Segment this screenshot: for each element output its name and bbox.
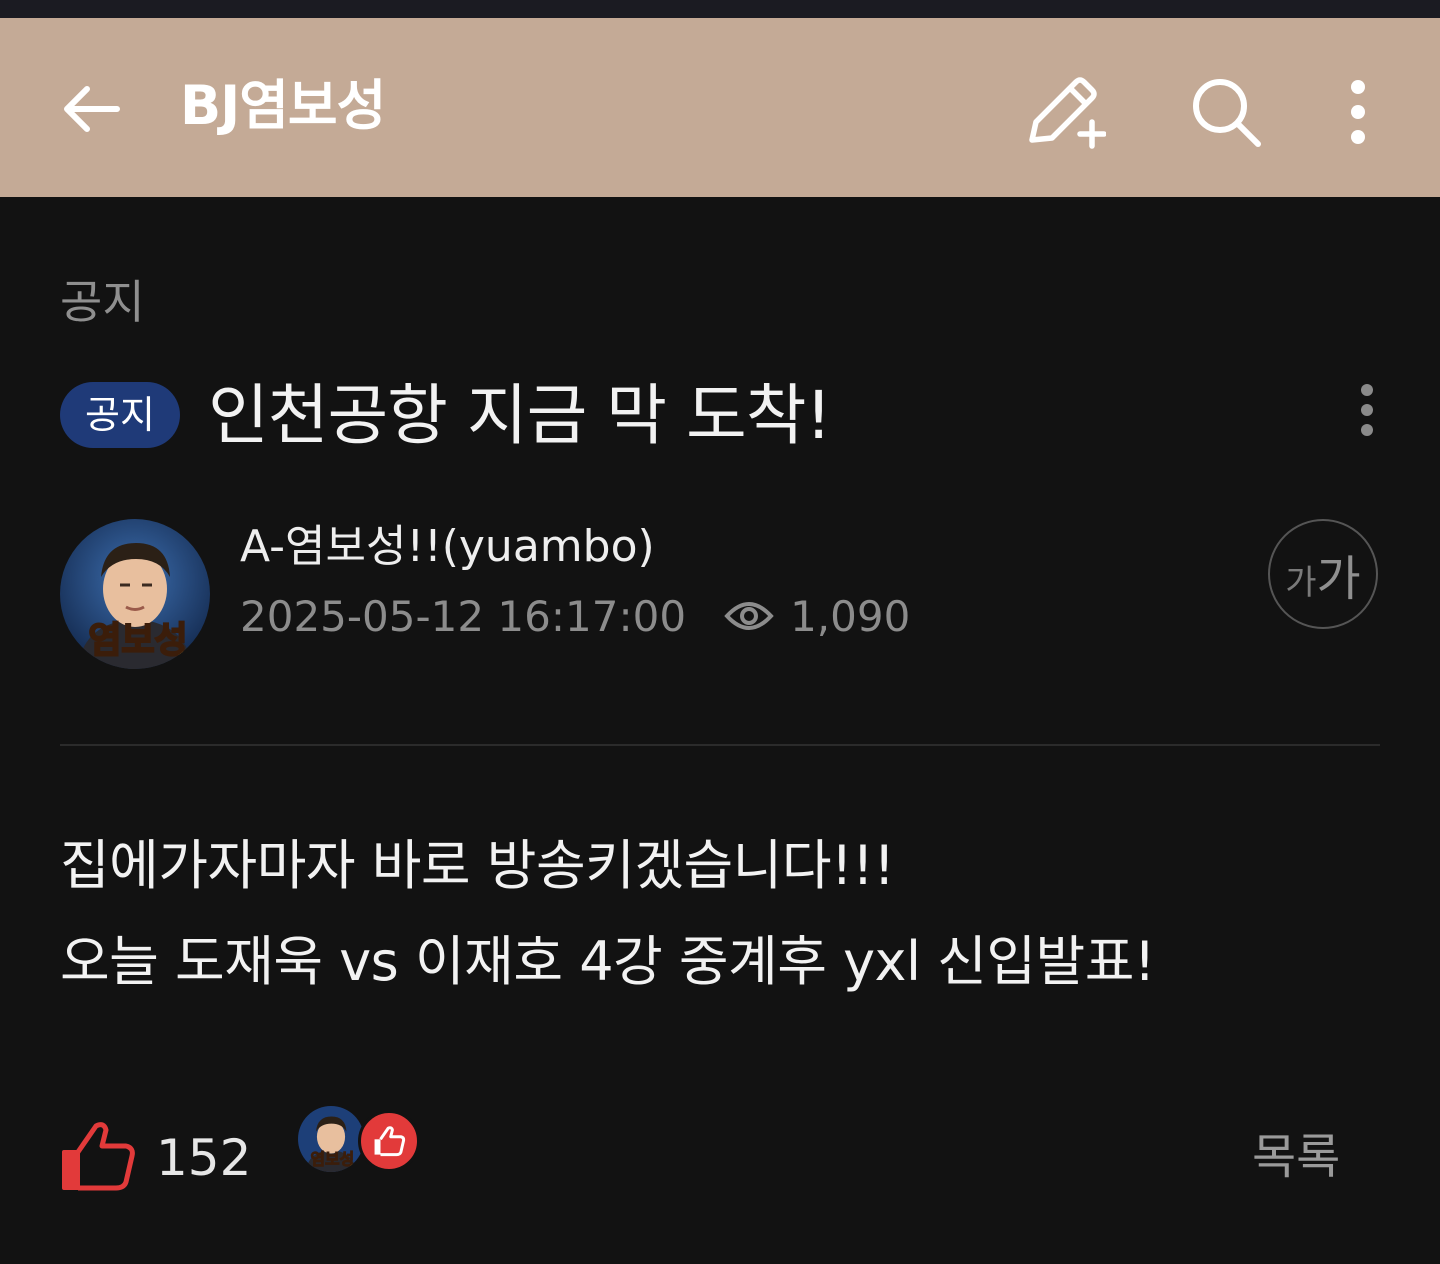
post-body-line: 집에가자마자 바로 방송키겠습니다!!! <box>60 834 895 897</box>
author-name[interactable]: A-염보성!!(yuambo) <box>240 518 655 576</box>
post-meta: 2025-05-12 16:17:00 1,090 <box>240 588 910 644</box>
app-bar: BJ염보성 <box>0 18 1440 197</box>
font-size-small-label: 가 <box>1285 562 1317 603</box>
svg-text:염보성: 염보성 <box>88 620 187 661</box>
arrow-left-icon <box>64 86 120 132</box>
pencil-plus-icon <box>1029 77 1106 149</box>
like-button[interactable] <box>58 1116 138 1196</box>
font-size-button[interactable]: 가가 <box>1268 519 1378 629</box>
author-avatar[interactable]: 염보성 <box>60 519 210 669</box>
avatar-image: 염보성 <box>298 1106 364 1172</box>
liker-like-badge <box>358 1110 420 1172</box>
post-more-button[interactable] <box>1340 378 1394 442</box>
more-vertical-icon <box>1361 384 1373 436</box>
board-title: BJ염보성 <box>180 74 386 137</box>
svg-text:염보성: 염보성 <box>310 1150 354 1169</box>
more-vertical-icon <box>1351 80 1365 144</box>
search-button[interactable] <box>1184 70 1268 154</box>
view-count: 1,090 <box>790 591 911 641</box>
thumbs-up-icon <box>374 1126 406 1157</box>
divider <box>60 744 1380 746</box>
write-button[interactable] <box>1022 70 1106 154</box>
liker-avatar[interactable]: 염보성 <box>298 1106 364 1172</box>
more-menu-button[interactable] <box>1316 70 1400 154</box>
like-count: 152 <box>156 1129 252 1187</box>
list-button[interactable]: 목록 <box>1252 1126 1340 1188</box>
status-bar <box>0 0 1440 18</box>
post-body-line: 오늘 도재욱 vs 이재호 4강 중계후 yxl 신입발표! <box>60 930 1156 993</box>
back-button[interactable] <box>56 74 126 144</box>
post-datetime: 2025-05-12 16:17:00 <box>240 591 687 641</box>
font-size-large-label: 가 <box>1316 551 1361 607</box>
eye-icon <box>724 597 774 635</box>
post-title: 인천공항 지금 막 도착! <box>208 377 832 454</box>
avatar-image: 염보성 <box>60 519 210 669</box>
board-category[interactable]: 공지 <box>60 272 145 332</box>
search-icon <box>1193 79 1261 147</box>
thumbs-up-icon <box>62 1122 135 1191</box>
notice-badge: 공지 <box>60 382 180 448</box>
